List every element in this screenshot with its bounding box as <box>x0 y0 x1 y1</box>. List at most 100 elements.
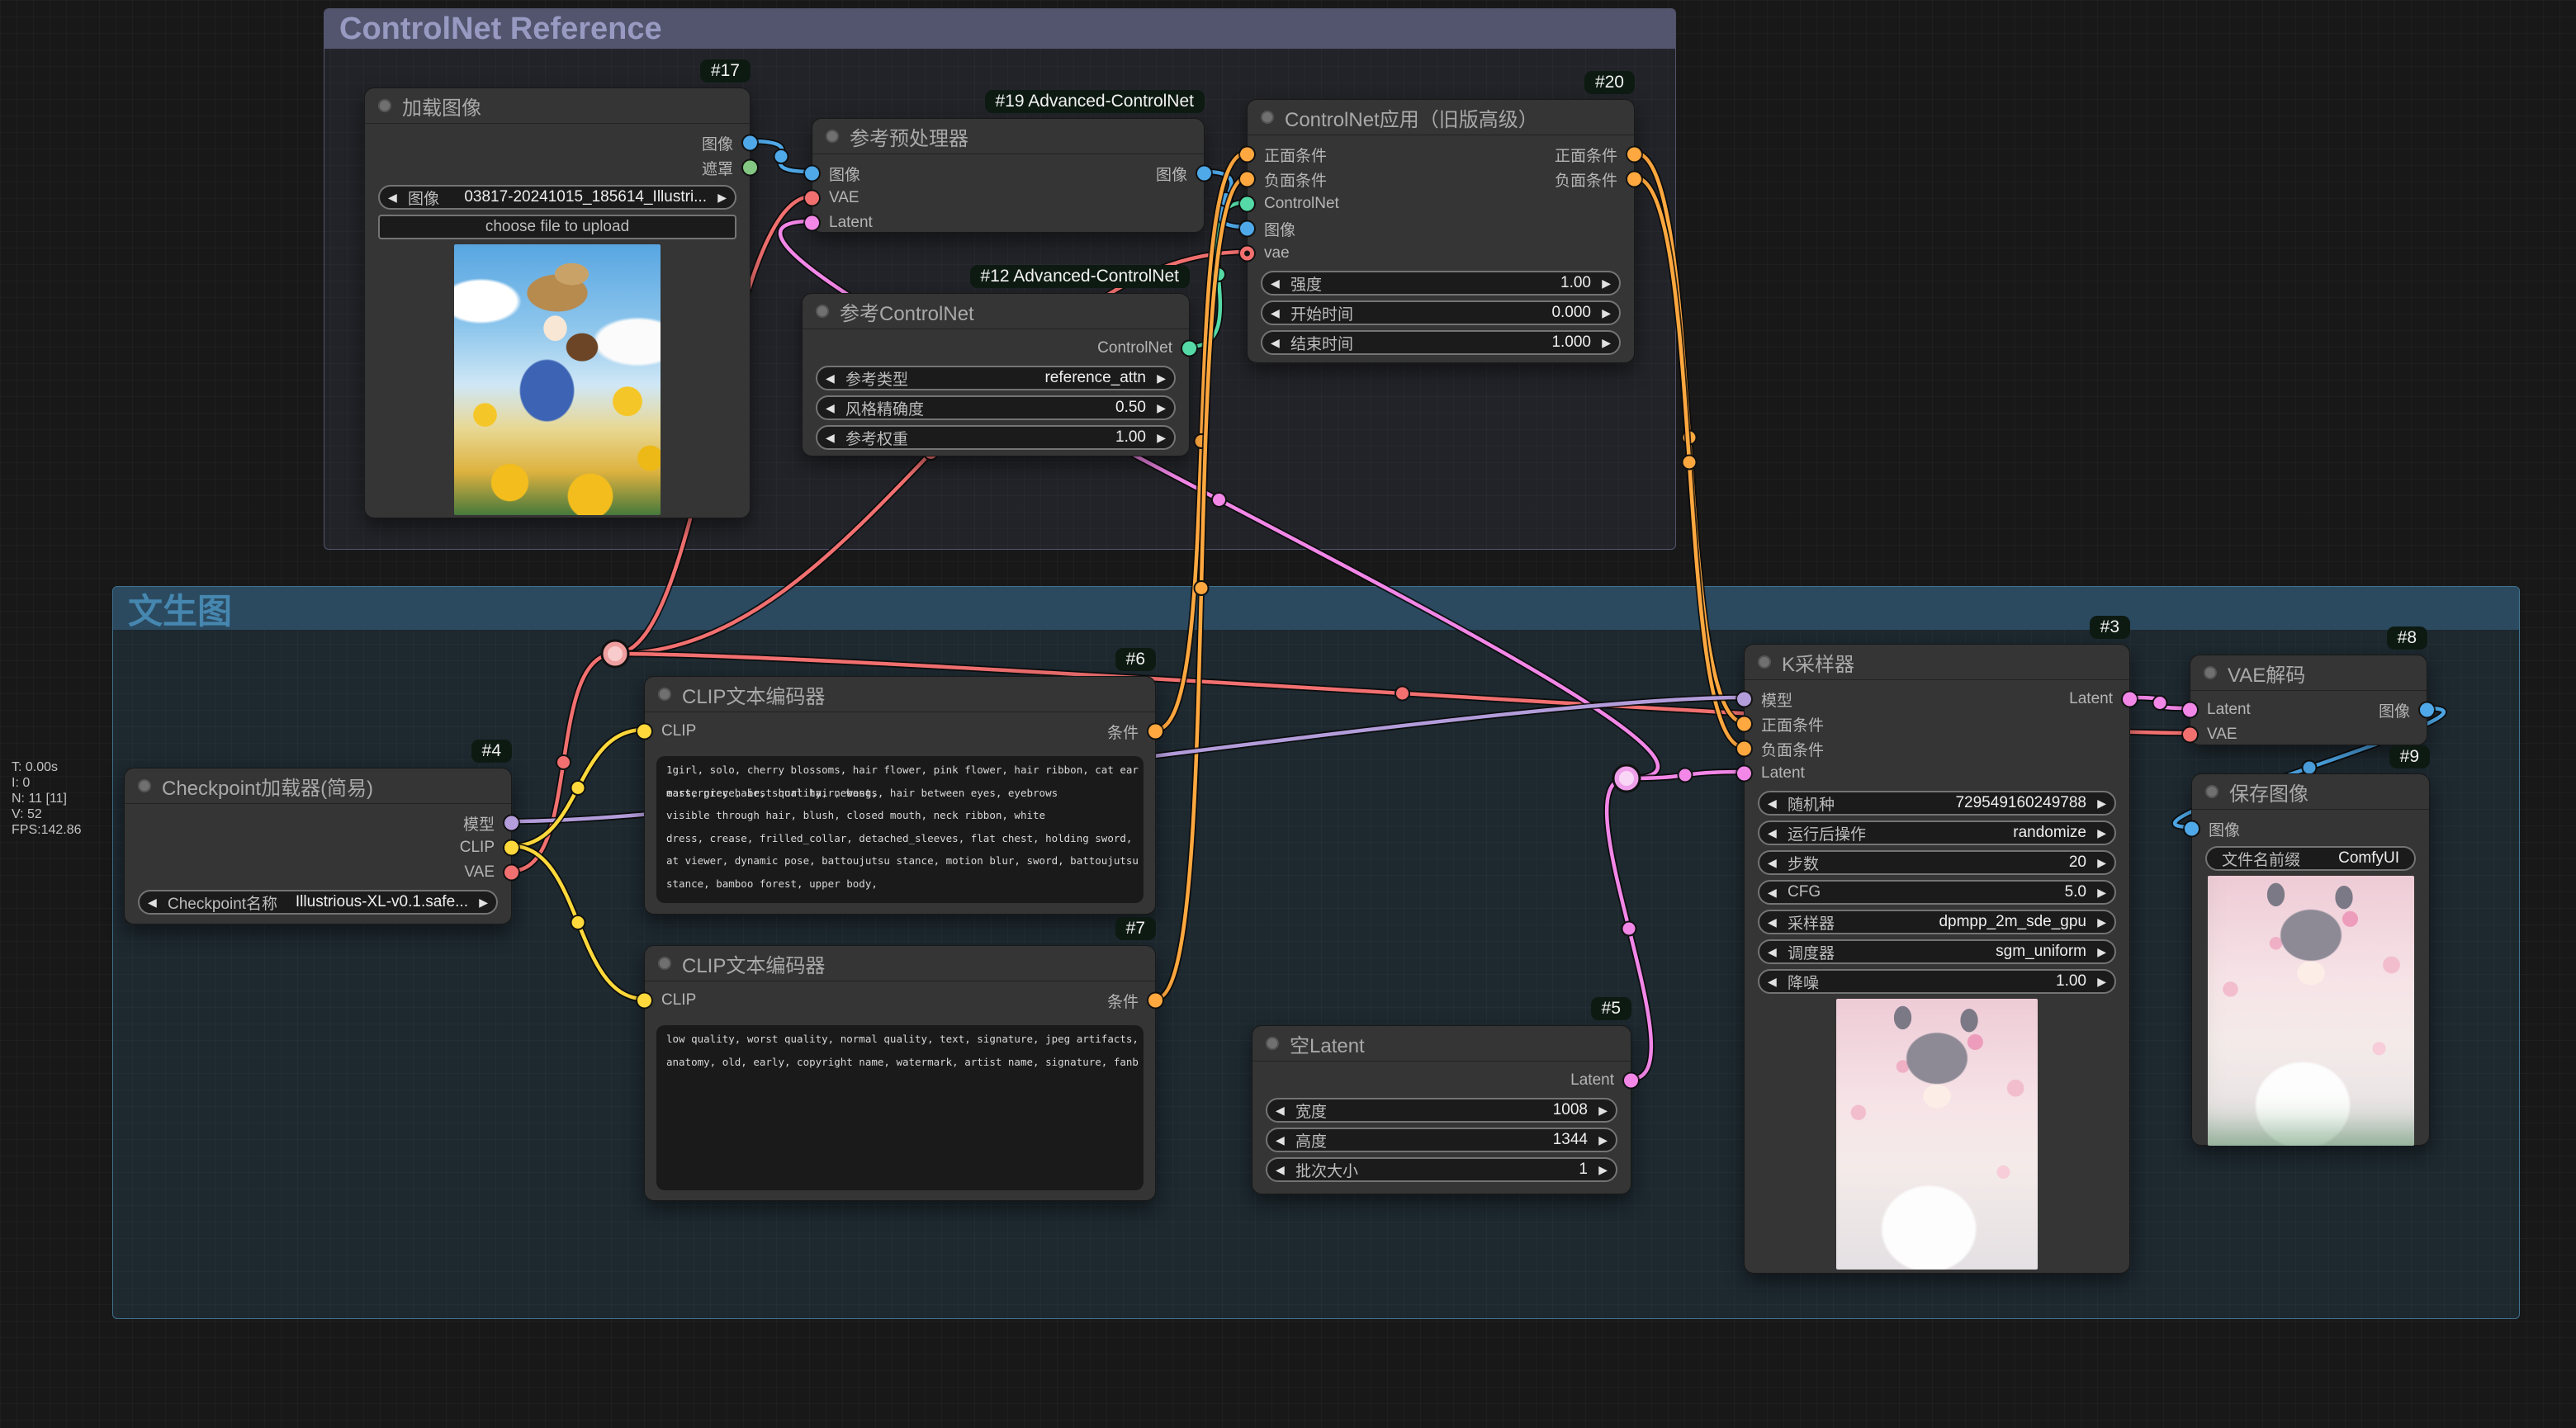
widget-value[interactable]: 1.00 <box>1333 274 1591 292</box>
stepper-right-arrow-icon[interactable]: ▶ <box>2086 797 2106 811</box>
collapse-dot-icon[interactable] <box>1261 111 1274 124</box>
widget-value[interactable]: ComfyUI <box>2312 849 2399 868</box>
widget-value[interactable]: 729549160249788 <box>1846 794 2086 812</box>
input-port-vae[interactable]: vae <box>1248 241 1290 266</box>
output-port-dot[interactable] <box>504 866 519 880</box>
widget-upload-button[interactable]: choose file to upload <box>378 215 736 239</box>
node-header-apply-controlnet-advanced[interactable]: ControlNet应用（旧版高级） <box>1248 100 1634 135</box>
stepper-left-arrow-icon[interactable]: ◀ <box>1276 1163 1295 1177</box>
input-port-dot[interactable] <box>637 725 651 739</box>
input-port-图像[interactable]: 图像 <box>812 161 860 186</box>
node-reference-preprocessor[interactable]: 参考预处理器图像图像VAELatent <box>812 118 1205 233</box>
widget-value[interactable]: reference_attn <box>920 369 1146 387</box>
stepper-left-arrow-icon[interactable]: ◀ <box>1768 856 1788 870</box>
widget-value[interactable]: 5.0 <box>1832 883 2086 901</box>
node-load-image[interactable]: 加载图像图像遮罩◀图像03817-20241015_185614_Illustr… <box>364 87 751 518</box>
widget-number[interactable]: ◀高度1344▶ <box>1266 1128 1617 1152</box>
widget-number[interactable]: ◀降噪1.00▶ <box>1758 969 2116 994</box>
input-port-模型[interactable]: 模型 <box>1745 687 1792 712</box>
node-empty-latent[interactable]: 空LatentLatent◀宽度1008▶◀高度1344▶◀批次大小1▶ <box>1252 1025 1631 1194</box>
widget-number[interactable]: ◀随机种729549160249788▶ <box>1758 791 2116 816</box>
output-port-VAE[interactable]: VAE <box>464 860 511 885</box>
widget-number[interactable]: ◀CFG5.0▶ <box>1758 880 2116 905</box>
input-port-CLIP[interactable]: CLIP <box>645 988 696 1013</box>
node-canvas[interactable]: ControlNet Reference文生图 加载图像图像遮罩◀图像03817… <box>0 0 2576 1428</box>
output-port-dot[interactable] <box>1148 994 1163 1008</box>
widget-combo[interactable]: ◀Checkpoint名称Illustrious-XL-v0.1.safe...… <box>138 890 498 915</box>
collapse-dot-icon[interactable] <box>1758 655 1771 669</box>
output-port-dot[interactable] <box>1627 173 1641 187</box>
node-header-load-image[interactable]: 加载图像 <box>365 88 750 124</box>
widget-value[interactable]: 20 <box>1830 853 2086 872</box>
input-port-正面条件[interactable]: 正面条件 <box>1745 712 1824 736</box>
collapse-dot-icon[interactable] <box>658 688 671 701</box>
node-header-clip-text-encode-negative[interactable]: CLIP文本编码器 <box>645 946 1155 981</box>
output-port-图像[interactable]: 图像 <box>1156 161 1204 186</box>
input-port-dot[interactable] <box>2185 822 2199 836</box>
stepper-left-arrow-icon[interactable]: ◀ <box>1271 336 1290 350</box>
input-port-Latent[interactable]: Latent <box>2190 697 2251 722</box>
output-port-dot[interactable] <box>1627 148 1641 162</box>
stepper-right-arrow-icon[interactable]: ▶ <box>468 896 488 910</box>
node-checkpoint-loader-simple[interactable]: Checkpoint加载器(简易)模型CLIPVAE◀Checkpoint名称I… <box>124 768 512 924</box>
collapse-dot-icon[interactable] <box>138 779 151 792</box>
stepper-left-arrow-icon[interactable]: ◀ <box>1768 797 1788 811</box>
node-clip-text-encode-negative[interactable]: CLIP文本编码器CLIP条件low quality, worst qualit… <box>644 945 1156 1201</box>
output-port-dot[interactable] <box>1624 1074 1638 1088</box>
node-reference-controlnet[interactable]: 参考ControlNetControlNet◀参考类型reference_att… <box>802 293 1190 456</box>
widget-combo[interactable]: ◀运行后操作randomize▶ <box>1758 820 2116 845</box>
input-port-dot[interactable] <box>2183 703 2197 717</box>
widget-combo[interactable]: ◀图像03817-20241015_185614_Illustri...▶ <box>378 185 736 210</box>
widget-value[interactable]: 1344 <box>1338 1131 1588 1149</box>
widget-number[interactable]: ◀宽度1008▶ <box>1266 1098 1617 1123</box>
input-port-dot[interactable] <box>1240 148 1254 162</box>
node-header-ksampler[interactable]: K采样器 <box>1745 645 2129 680</box>
input-port-dot[interactable] <box>1737 767 1751 781</box>
stepper-right-arrow-icon[interactable]: ▶ <box>1146 401 1166 415</box>
node-apply-controlnet-advanced[interactable]: ControlNet应用（旧版高级）正面条件正面条件负面条件负面条件Contro… <box>1247 99 1635 363</box>
stepper-right-arrow-icon[interactable]: ▶ <box>1588 1104 1608 1118</box>
output-port-图像[interactable]: 图像 <box>2379 697 2427 722</box>
output-port-条件[interactable]: 条件 <box>1107 988 1155 1013</box>
collapse-dot-icon[interactable] <box>2205 785 2218 798</box>
input-port-dot[interactable] <box>1240 247 1254 261</box>
widget-value[interactable]: 0.50 <box>935 399 1146 417</box>
node-header-vae-decode[interactable]: VAE解码 <box>2190 655 2427 691</box>
widget-combo[interactable]: ◀采样器dpmpp_2m_sde_gpu▶ <box>1758 910 2116 934</box>
widget-number[interactable]: ◀批次大小1▶ <box>1266 1157 1617 1182</box>
stepper-left-arrow-icon[interactable]: ◀ <box>148 896 168 910</box>
node-header-clip-text-encode-positive[interactable]: CLIP文本编码器 <box>645 677 1155 712</box>
widget-combo[interactable]: ◀调度器sgm_uniform▶ <box>1758 939 2116 964</box>
collapse-dot-icon[interactable] <box>1266 1037 1279 1050</box>
widget-value[interactable]: 1.000 <box>1365 333 1591 352</box>
stepper-right-arrow-icon[interactable]: ▶ <box>2086 945 2106 959</box>
stepper-left-arrow-icon[interactable]: ◀ <box>1271 306 1290 320</box>
widget-number[interactable]: ◀开始时间0.000▶ <box>1261 300 1621 325</box>
widget-value[interactable]: randomize <box>1878 824 2086 842</box>
node-header-save-image[interactable]: 保存图像 <box>2192 774 2429 810</box>
widget-value[interactable]: sgm_uniform <box>1846 943 2086 961</box>
stepper-right-arrow-icon[interactable]: ▶ <box>1146 371 1166 385</box>
input-port-dot[interactable] <box>2183 728 2197 742</box>
stepper-right-arrow-icon[interactable]: ▶ <box>1591 306 1611 320</box>
stepper-left-arrow-icon[interactable]: ◀ <box>826 431 845 445</box>
widget-number[interactable]: ◀参考权重1.00▶ <box>816 425 1176 450</box>
stepper-left-arrow-icon[interactable]: ◀ <box>826 401 845 415</box>
output-port-Latent[interactable]: Latent <box>2069 687 2129 712</box>
node-vae-decode[interactable]: VAE解码Latent图像VAE <box>2190 655 2427 745</box>
output-port-CLIP[interactable]: CLIP <box>460 835 511 860</box>
output-port-条件[interactable]: 条件 <box>1107 719 1155 744</box>
stepper-left-arrow-icon[interactable]: ◀ <box>388 191 408 205</box>
stepper-left-arrow-icon[interactable]: ◀ <box>1271 277 1290 291</box>
input-port-图像[interactable]: 图像 <box>1248 216 1295 241</box>
output-port-负面条件[interactable]: 负面条件 <box>1555 167 1634 192</box>
output-port-dot[interactable] <box>504 841 519 855</box>
output-port-dot[interactable] <box>2420 703 2434 717</box>
widget-value[interactable]: 1 <box>1370 1161 1588 1179</box>
output-port-dot[interactable] <box>1182 342 1196 356</box>
output-port-dot[interactable] <box>1197 167 1211 181</box>
input-port-dot[interactable] <box>1737 693 1751 707</box>
stepper-left-arrow-icon[interactable]: ◀ <box>1768 975 1788 989</box>
stepper-right-arrow-icon[interactable]: ▶ <box>707 191 727 205</box>
widget-number[interactable]: ◀步数20▶ <box>1758 850 2116 875</box>
